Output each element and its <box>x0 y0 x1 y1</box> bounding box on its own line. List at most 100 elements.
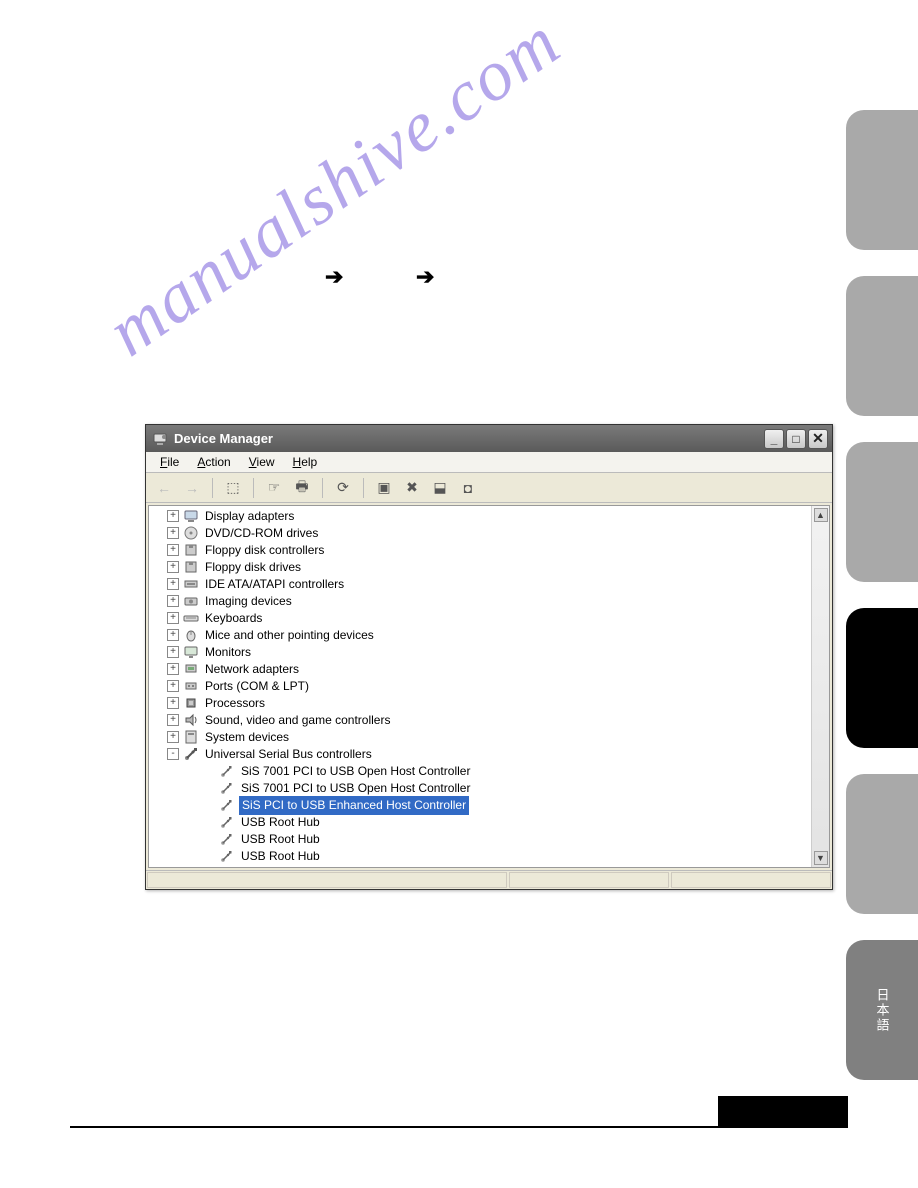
menu-view-underline: V <box>249 455 257 469</box>
sound-icon <box>183 712 199 728</box>
expand-icon[interactable]: + <box>167 510 179 522</box>
scroll-down-button[interactable]: ▼ <box>814 851 828 865</box>
title-left: Device Manager <box>150 431 273 447</box>
vertical-scrollbar[interactable]: ▲ ▼ <box>811 506 829 867</box>
tree-node[interactable]: +Floppy disk controllers <box>149 542 811 559</box>
scroll-up-button[interactable]: ▲ <box>814 508 828 522</box>
collapse-icon[interactable]: - <box>167 748 179 760</box>
tree-node-label: SiS 7001 PCI to USB Open Host Controller <box>239 780 472 797</box>
side-tab-5 <box>846 774 918 914</box>
tree-node[interactable]: SiS 7001 PCI to USB Open Host Controller <box>149 763 811 780</box>
tree-node[interactable]: + Sound, video and game controllers <box>149 712 811 729</box>
tree-node[interactable]: + Floppy disk drives <box>149 559 811 576</box>
tree-indent <box>185 831 203 848</box>
tree-node-label: Network adapters <box>203 661 301 678</box>
imaging-icon <box>183 593 199 609</box>
ide-icon <box>183 576 199 592</box>
tree-node-label: Keyboards <box>203 610 264 627</box>
toolbar-separator <box>212 478 213 498</box>
refresh-button[interactable]: ⟳ <box>331 476 355 500</box>
tree-node[interactable]: USB Root Hub <box>149 848 811 865</box>
update-button[interactable]: ⬓ <box>428 476 452 500</box>
titlebar[interactable]: Device Manager _ □ ✕ <box>146 425 832 452</box>
expand-icon[interactable]: + <box>167 697 179 709</box>
print-button[interactable]: 🖶 <box>290 476 314 500</box>
menu-action[interactable]: Action <box>189 453 238 471</box>
expand-icon[interactable]: + <box>167 612 179 624</box>
expand-icon[interactable]: + <box>167 561 179 573</box>
expand-icon[interactable]: + <box>167 680 179 692</box>
uninstall-button[interactable]: ✖ <box>400 476 424 500</box>
device-manager-window: Device Manager _ □ ✕ File Action View He… <box>145 424 833 890</box>
side-tabs: 日本語 <box>846 110 918 1080</box>
tree-node-label: Processors <box>203 695 267 712</box>
expand-icon[interactable]: + <box>167 646 179 658</box>
tree-indent <box>149 797 167 814</box>
up-button[interactable]: ⬚ <box>221 476 245 500</box>
tree-node[interactable]: +Mice and other pointing devices <box>149 627 811 644</box>
tree-node[interactable]: + Processors <box>149 695 811 712</box>
back-button[interactable]: ← <box>152 476 176 500</box>
network-icon <box>183 661 199 677</box>
device-manager-icon <box>152 431 168 447</box>
processor-icon <box>183 695 199 711</box>
tree-node-label: IDE ATA/ATAPI controllers <box>203 576 346 593</box>
tree-node[interactable]: +Display adapters <box>149 508 811 525</box>
scan-button[interactable]: ▣ <box>372 476 396 500</box>
menu-file-rest: ile <box>167 455 179 469</box>
tree-node[interactable]: +System devices <box>149 729 811 746</box>
expand-icon[interactable]: + <box>167 731 179 743</box>
tree-node[interactable]: SiS 7001 PCI to USB Open Host Controller <box>149 780 811 797</box>
expand-icon[interactable]: + <box>167 595 179 607</box>
properties-button[interactable]: ☞ <box>262 476 286 500</box>
tree-node[interactable]: USB Root Hub <box>149 831 811 848</box>
usb-child-icon <box>219 780 235 796</box>
menu-file[interactable]: File <box>152 453 187 471</box>
device-tree[interactable]: +Display adapters+DVD/CD-ROM drives+Flop… <box>149 506 811 867</box>
expand-icon[interactable]: + <box>167 544 179 556</box>
tree-node[interactable]: + Imaging devices <box>149 593 811 610</box>
expand-icon[interactable]: + <box>167 714 179 726</box>
tree-indent <box>149 525 167 542</box>
tree-node[interactable]: USB Root Hub <box>149 814 811 831</box>
tree-node[interactable]: +Monitors <box>149 644 811 661</box>
tree-node-label: Ports (COM & LPT) <box>203 678 311 695</box>
status-cell <box>671 872 831 888</box>
monitor-icon <box>183 644 199 660</box>
expand-icon[interactable]: + <box>167 629 179 641</box>
expand-icon[interactable]: + <box>167 578 179 590</box>
tree-node-label: Sound, video and game controllers <box>203 712 392 729</box>
show-button[interactable]: ◘ <box>456 476 480 500</box>
floppy-icon <box>183 559 199 575</box>
side-tab-3 <box>846 442 918 582</box>
forward-button[interactable]: → <box>180 476 204 500</box>
tree-node-label: DVD/CD-ROM drives <box>203 525 320 542</box>
tree-indent <box>185 763 203 780</box>
expand-icon[interactable]: + <box>167 527 179 539</box>
tree-indent <box>149 542 167 559</box>
menu-view[interactable]: View <box>241 453 283 471</box>
tree-node[interactable]: + DVD/CD-ROM drives <box>149 525 811 542</box>
tree-node[interactable]: + Ports (COM & LPT) <box>149 678 811 695</box>
status-cell <box>147 872 507 888</box>
tree-node-label: Universal Serial Bus controllers <box>203 746 374 763</box>
tree-node[interactable]: SiS PCI to USB Enhanced Host Controller <box>149 797 811 814</box>
usb-child-icon <box>219 814 235 830</box>
tree-node-label: SiS PCI to USB Enhanced Host Controller <box>239 796 469 815</box>
footer-page-block <box>718 1096 848 1128</box>
tree-node-label: Imaging devices <box>203 593 294 610</box>
expand-icon[interactable]: + <box>167 663 179 675</box>
tree-indent <box>149 627 167 644</box>
maximize-button[interactable]: □ <box>786 429 806 449</box>
status-cell <box>509 872 669 888</box>
tree-node[interactable]: - Universal Serial Bus controllers <box>149 746 811 763</box>
tree-node-label: Floppy disk drives <box>203 559 303 576</box>
tree-indent <box>149 746 167 763</box>
tree-node[interactable]: + Keyboards <box>149 610 811 627</box>
tree-node[interactable]: + IDE ATA/ATAPI controllers <box>149 576 811 593</box>
tree-node[interactable]: + Network adapters <box>149 661 811 678</box>
close-button[interactable]: ✕ <box>808 429 828 449</box>
side-tab-2 <box>846 276 918 416</box>
minimize-button[interactable]: _ <box>764 429 784 449</box>
menu-help[interactable]: Help <box>285 453 326 471</box>
